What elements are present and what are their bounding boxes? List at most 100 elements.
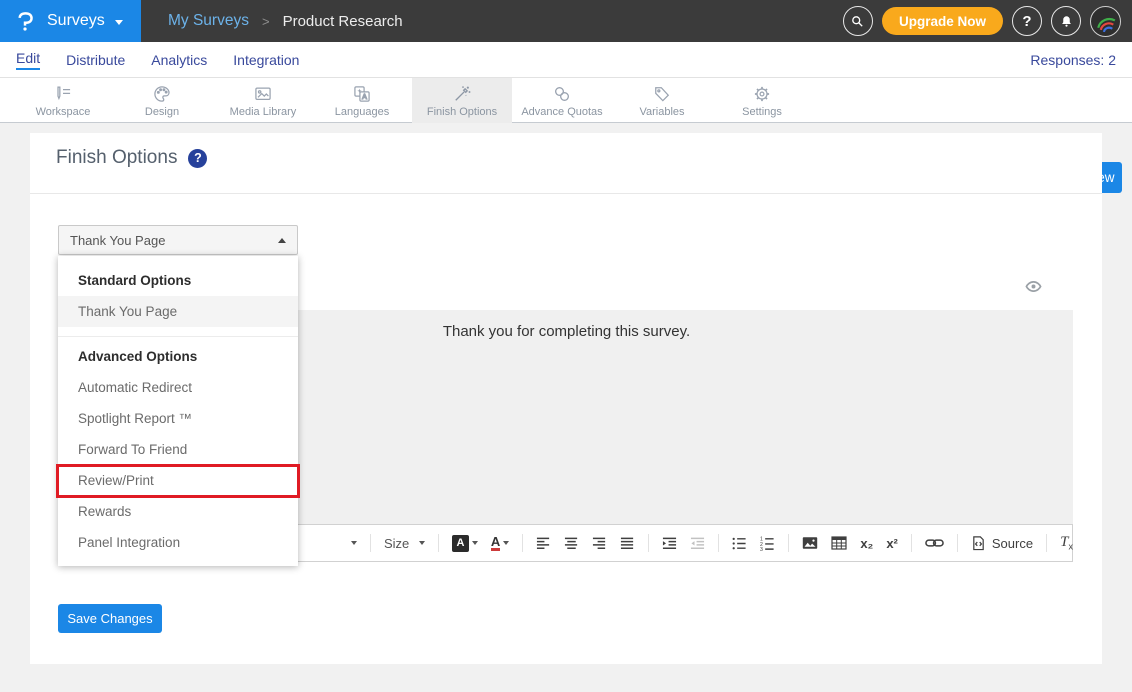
indent-button[interactable] bbox=[662, 536, 677, 551]
tag-icon bbox=[652, 84, 672, 104]
tab-edit[interactable]: Edit bbox=[16, 50, 40, 70]
chevron-down-icon bbox=[351, 541, 357, 545]
topbar-actions: Upgrade Now ? bbox=[843, 6, 1132, 37]
languages-icon: A bbox=[352, 84, 372, 104]
menu-item-thank-you-page[interactable]: Thank You Page bbox=[58, 296, 298, 327]
subscript-button[interactable]: x₂ bbox=[860, 536, 873, 551]
insert-link-button[interactable] bbox=[925, 537, 944, 549]
ribbon-item-finish-options[interactable]: Finish Options bbox=[412, 78, 512, 123]
remove-format-button[interactable]: Tx bbox=[1060, 534, 1073, 552]
background-color-button[interactable]: A bbox=[452, 535, 478, 552]
finish-options-menu: Standard Options Thank You Page Advanced… bbox=[58, 256, 298, 566]
insert-table-button[interactable] bbox=[831, 535, 847, 551]
size-label: Size bbox=[384, 536, 409, 551]
workspace-icon bbox=[53, 84, 73, 104]
ribbon-label: Media Library bbox=[230, 106, 297, 118]
menu-item-review-print[interactable]: Review/Print bbox=[58, 465, 298, 496]
chevron-down-icon bbox=[503, 541, 509, 545]
account-avatar[interactable] bbox=[1090, 6, 1121, 37]
top-bar: Surveys My Surveys > Product Research Up… bbox=[0, 0, 1132, 42]
ribbon-label: Finish Options bbox=[427, 106, 497, 118]
toolbar-separator bbox=[1046, 534, 1047, 552]
size-dropdown[interactable]: Size bbox=[384, 536, 425, 551]
breadcrumb-separator: > bbox=[262, 14, 270, 29]
toolbar-separator bbox=[522, 534, 523, 552]
page-title: Finish Options bbox=[56, 147, 177, 169]
ribbon-item-advance-quotas[interactable]: Advance Quotas bbox=[512, 78, 612, 123]
toolbar-separator bbox=[438, 534, 439, 552]
menu-item-panel-integration[interactable]: Panel Integration bbox=[58, 527, 298, 558]
ribbon-label: Advance Quotas bbox=[521, 106, 602, 118]
align-left-button[interactable] bbox=[536, 536, 551, 551]
tab-distribute[interactable]: Distribute bbox=[66, 52, 125, 68]
ribbon-label: Workspace bbox=[36, 106, 91, 118]
divider bbox=[30, 193, 1102, 194]
bell-icon bbox=[1059, 14, 1074, 29]
image-icon bbox=[253, 84, 273, 104]
text-color-button[interactable]: A bbox=[491, 535, 509, 551]
responses-count: Responses: 2 bbox=[1030, 42, 1116, 78]
source-label: Source bbox=[992, 536, 1033, 551]
insert-image-button[interactable] bbox=[802, 535, 818, 551]
tab-analytics[interactable]: Analytics bbox=[151, 52, 207, 68]
toolbar-separator bbox=[788, 534, 789, 552]
chevron-down-icon bbox=[115, 20, 123, 25]
help-button[interactable]: ? bbox=[1012, 6, 1042, 36]
menu-header-standard: Standard Options bbox=[58, 266, 298, 296]
ribbon-item-languages[interactable]: A Languages bbox=[312, 78, 412, 123]
breadcrumb-my-surveys[interactable]: My Surveys bbox=[168, 12, 249, 30]
survey-nav: Edit Distribute Analytics Integration Re… bbox=[0, 42, 1132, 78]
superscript-button[interactable]: x² bbox=[886, 536, 898, 551]
search-button[interactable] bbox=[843, 6, 873, 36]
edit-ribbon: Workspace Design Media Library A Languag… bbox=[0, 78, 1132, 123]
ribbon-label: Settings bbox=[742, 106, 782, 118]
breadcrumb-current: Product Research bbox=[283, 13, 403, 30]
chevron-up-icon bbox=[278, 238, 286, 243]
menu-group-advanced: Advanced Options Automatic Redirect Spot… bbox=[58, 336, 298, 558]
ribbon-item-workspace[interactable]: Workspace bbox=[13, 78, 113, 123]
superscript-glyph: x² bbox=[886, 536, 898, 551]
upgrade-now-button[interactable]: Upgrade Now bbox=[882, 7, 1003, 35]
ribbon-item-media-library[interactable]: Media Library bbox=[213, 78, 313, 123]
menu-item-spotlight-report[interactable]: Spotlight Report ™ bbox=[58, 403, 298, 434]
align-center-button[interactable] bbox=[564, 536, 579, 551]
help-icon[interactable]: ? bbox=[188, 149, 207, 168]
ribbon-label: Design bbox=[145, 106, 179, 118]
finish-options-panel: Finish Options ? Thank You Page Thank yo… bbox=[30, 133, 1102, 664]
notifications-button[interactable] bbox=[1051, 6, 1081, 36]
menu-item-rewards[interactable]: Rewards bbox=[58, 496, 298, 527]
tab-integration[interactable]: Integration bbox=[233, 52, 299, 68]
source-button[interactable]: Source bbox=[971, 535, 1033, 551]
ribbon-label: Variables bbox=[639, 106, 684, 118]
questionpro-logo-icon bbox=[14, 10, 37, 33]
numbered-list-button[interactable]: 123 bbox=[760, 536, 775, 551]
toolbar-separator bbox=[957, 534, 958, 552]
bulleted-list-button[interactable] bbox=[732, 536, 747, 551]
toolbar-separator bbox=[911, 534, 912, 552]
textcolor-icon: A bbox=[491, 535, 500, 551]
subscript-glyph: x₂ bbox=[860, 536, 873, 551]
font-dropdown[interactable] bbox=[351, 541, 357, 545]
align-right-button[interactable] bbox=[592, 536, 607, 551]
chevron-down-icon bbox=[419, 541, 425, 545]
surveys-product-switcher[interactable]: Surveys bbox=[0, 0, 141, 42]
toolbar-separator bbox=[370, 534, 371, 552]
breadcrumb: My Surveys > Product Research bbox=[168, 12, 403, 30]
palette-icon bbox=[152, 84, 172, 104]
magic-wand-icon bbox=[452, 84, 472, 104]
svg-text:3: 3 bbox=[760, 547, 763, 551]
save-changes-button[interactable]: Save Changes bbox=[58, 604, 162, 633]
ribbon-item-variables[interactable]: Variables bbox=[612, 78, 712, 123]
menu-item-label: Review/Print bbox=[78, 473, 154, 488]
justify-button[interactable] bbox=[620, 536, 635, 551]
preview-toggle-eye[interactable] bbox=[1025, 278, 1042, 300]
select-value: Thank You Page bbox=[70, 233, 165, 248]
toolbar-separator bbox=[648, 534, 649, 552]
chevron-down-icon bbox=[472, 541, 478, 545]
menu-item-automatic-redirect[interactable]: Automatic Redirect bbox=[58, 372, 298, 403]
ribbon-item-settings[interactable]: Settings bbox=[712, 78, 812, 123]
finish-option-select[interactable]: Thank You Page bbox=[58, 225, 298, 255]
ribbon-item-design[interactable]: Design bbox=[112, 78, 212, 123]
outdent-button[interactable] bbox=[690, 536, 705, 551]
menu-item-forward-to-friend[interactable]: Forward To Friend bbox=[58, 434, 298, 465]
